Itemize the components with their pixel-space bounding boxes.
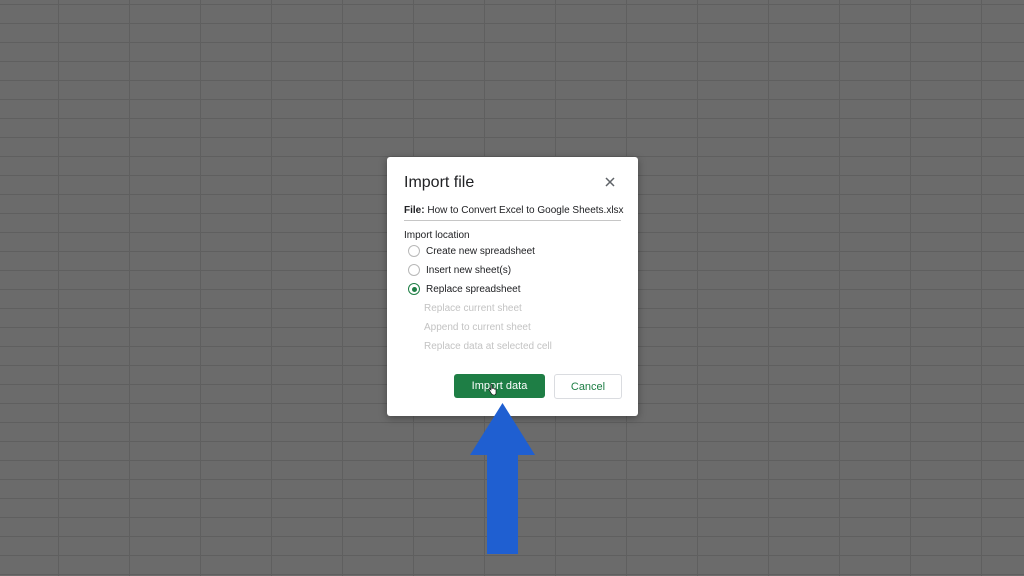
option-label: Create new spreadsheet: [426, 245, 535, 257]
option-insert-new-sheets[interactable]: Insert new sheet(s): [408, 263, 511, 277]
import-file-dialog: Import file File: How to Convert Excel t…: [387, 157, 638, 416]
radio-button[interactable]: [408, 264, 420, 276]
option-label: Replace spreadsheet: [426, 283, 521, 295]
option-replace-current-sheet-disabled: Replace current sheet: [424, 303, 522, 314]
option-replace-data-at-selected-cell-disabled: Replace data at selected cell: [424, 341, 552, 352]
cancel-button[interactable]: Cancel: [554, 374, 622, 399]
import-data-button[interactable]: Import data: [454, 374, 545, 398]
dialog-title: Import file: [404, 174, 475, 191]
option-append-to-current-sheet-disabled: Append to current sheet: [424, 322, 531, 333]
file-name: How to Convert Excel to Google Sheets.xl…: [427, 205, 624, 216]
file-name-row: File: How to Convert Excel to Google She…: [404, 205, 624, 221]
import-location-label: Import location: [404, 230, 470, 241]
hand-pointer-icon: [488, 384, 497, 396]
option-label: Insert new sheet(s): [426, 264, 512, 276]
close-icon[interactable]: [603, 175, 617, 189]
option-replace-spreadsheet[interactable]: Replace spreadsheet: [408, 282, 521, 296]
radio-button[interactable]: [408, 245, 420, 257]
file-label: File:: [404, 205, 425, 216]
option-create-new-spreadsheet[interactable]: Create new spreadsheet: [408, 244, 535, 258]
radio-button-selected[interactable]: [408, 283, 420, 295]
arrow-up-icon: [470, 403, 535, 554]
